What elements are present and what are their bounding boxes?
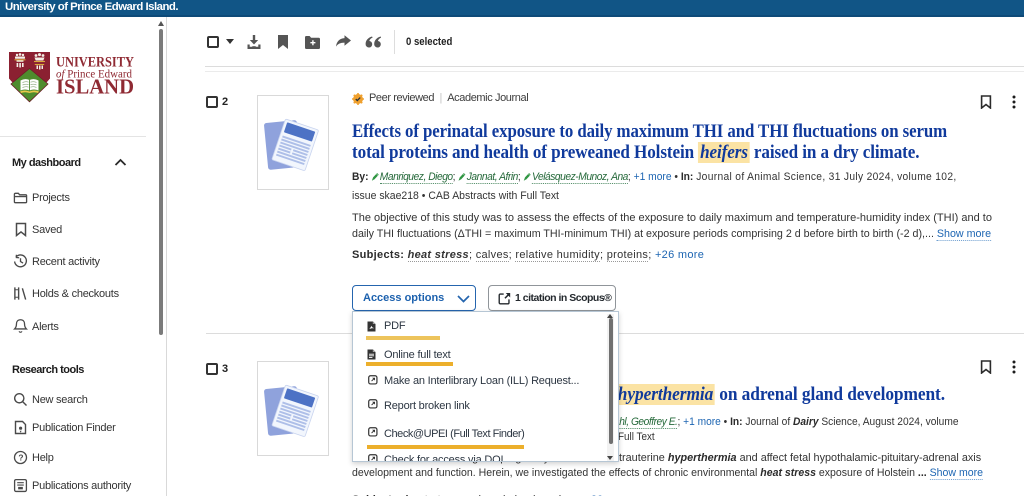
svg-text:?: ? xyxy=(18,452,23,462)
svg-text:ISLAND: ISLAND xyxy=(56,75,134,99)
